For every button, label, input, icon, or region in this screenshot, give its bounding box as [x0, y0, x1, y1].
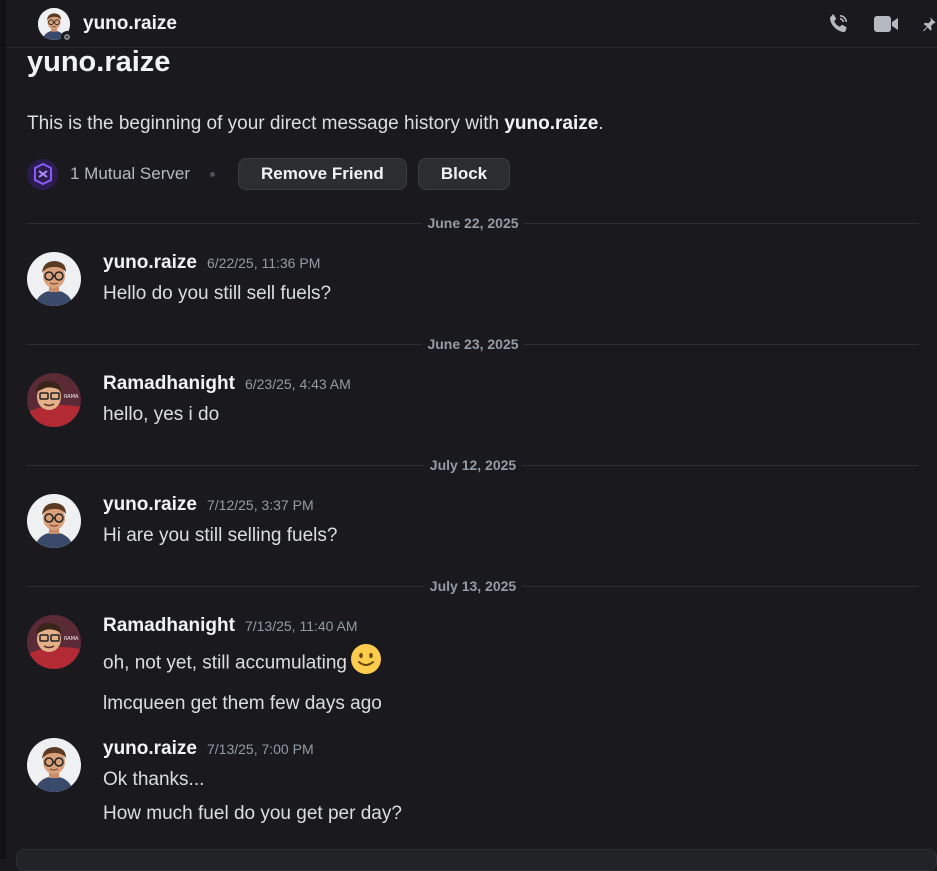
slightly-smiling-face-icon[interactable] — [350, 643, 382, 684]
message-timestamp: 6/23/25, 4:43 AM — [244, 376, 351, 392]
message-input-box[interactable] — [16, 849, 937, 871]
message-text: Hello do you still sell fuels? — [103, 283, 332, 304]
message-text: Hi are you still selling fuels? — [103, 525, 338, 546]
date-divider: June 23, 2025 — [27, 336, 919, 352]
separator-dot — [210, 171, 215, 177]
message-text: How much fuel do you get per day? — [103, 803, 402, 824]
message-timestamp: 7/12/25, 3:37 PM — [206, 497, 314, 513]
date-divider-label: July 13, 2025 — [423, 578, 523, 594]
avatar[interactable] — [27, 738, 81, 792]
message-text-content: oh, not yet, still accumulating — [103, 652, 347, 674]
phone-call-icon[interactable] — [825, 11, 851, 37]
mutual-server-icon[interactable] — [27, 158, 58, 190]
video-call-icon[interactable] — [873, 11, 899, 37]
svg-text:RAMA: RAMA — [64, 394, 79, 400]
message-text: lmcqueen get them few days ago — [103, 693, 382, 714]
date-divider: June 22, 2025 — [27, 215, 919, 231]
header-avatar[interactable] — [38, 7, 73, 43]
dm-header: yuno.raize — [6, 0, 937, 48]
avatar[interactable]: RAMA — [27, 615, 81, 669]
message-group: yuno.raize 6/22/25, 11:36 PM Hello do yo… — [27, 252, 919, 308]
avatar[interactable] — [27, 494, 81, 548]
remove-friend-button[interactable]: Remove Friend — [238, 158, 407, 190]
date-divider: July 13, 2025 — [27, 578, 919, 594]
message-group: yuno.raize 7/13/25, 7:00 PM Ok thanks...… — [27, 738, 919, 828]
message-author[interactable]: Ramadhanight — [103, 373, 235, 395]
message-text: Ok thanks... — [103, 769, 205, 790]
intro-text-suffix: . — [598, 113, 604, 134]
left-edge-strip — [0, 0, 6, 859]
date-divider-label: June 22, 2025 — [421, 215, 525, 231]
message-author[interactable]: yuno.raize — [103, 494, 197, 516]
pin-icon[interactable] — [921, 11, 937, 37]
message-author[interactable]: yuno.raize — [103, 738, 197, 760]
message-text: hello, yes i do — [103, 404, 220, 425]
message-author[interactable]: Ramadhanight — [103, 615, 235, 637]
intro-text-prefix: This is the beginning of your direct mes… — [27, 113, 505, 134]
message-timestamp: 7/13/25, 7:00 PM — [206, 741, 314, 757]
message-group: RAMA Ramadhanight 7/13/25, 11:40 AM oh, … — [27, 615, 919, 718]
avatar[interactable] — [27, 252, 81, 306]
mutual-actions-row: 1 Mutual Server Remove Friend Block — [27, 157, 511, 191]
intro-description: This is the beginning of your direct mes… — [27, 113, 604, 135]
message-text: oh, not yet, still accumulating — [103, 643, 919, 684]
mutual-server-link[interactable]: 1 Mutual Server — [70, 164, 190, 184]
dm-title: yuno.raize — [83, 12, 177, 34]
date-divider: July 12, 2025 — [27, 457, 919, 473]
intro-username: yuno.raize — [27, 46, 171, 78]
block-button[interactable]: Block — [417, 158, 511, 190]
message-author[interactable]: yuno.raize — [103, 252, 197, 274]
svg-text:RAMA: RAMA — [64, 636, 79, 642]
message-timestamp: 7/13/25, 11:40 AM — [244, 618, 358, 634]
date-divider-label: July 12, 2025 — [423, 457, 523, 473]
date-divider-label: June 23, 2025 — [421, 336, 525, 352]
offline-status-icon — [61, 30, 73, 43]
avatar[interactable]: RAMA — [27, 373, 81, 427]
intro-text-user: yuno.raize — [504, 113, 599, 134]
message-timestamp: 6/22/25, 11:36 PM — [206, 255, 321, 271]
message-group: yuno.raize 7/12/25, 3:37 PM Hi are you s… — [27, 494, 919, 550]
message-group: RAMA Ramadhanight 6/23/25, 4:43 AM hello… — [27, 373, 919, 429]
header-toolbar — [809, 0, 937, 47]
